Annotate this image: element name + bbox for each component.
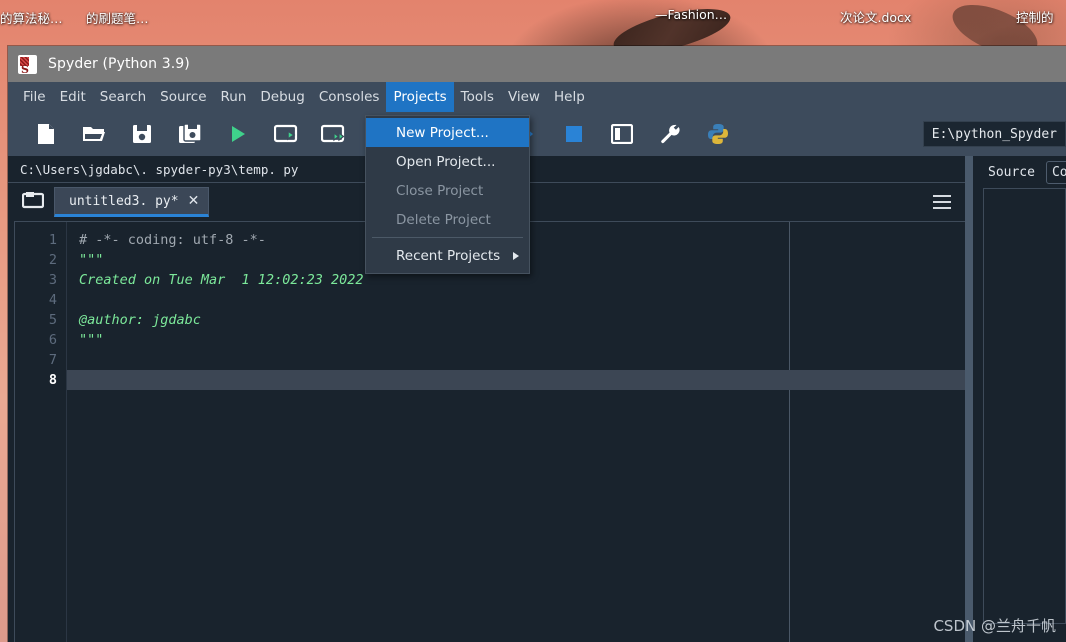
code-line-current [67, 370, 965, 390]
code-line: """ [79, 332, 104, 348]
line-number: 5 [48, 312, 57, 328]
project-path-value: E:\python_Spyder [931, 126, 1057, 142]
close-icon[interactable]: ✕ [188, 194, 200, 208]
menu-file[interactable]: File [16, 82, 53, 112]
code-text[interactable]: # -*- coding: utf-8 -*- """ Created on T… [67, 222, 965, 642]
menu-tools[interactable]: Tools [454, 82, 501, 112]
python-path-manager-icon [707, 123, 729, 145]
spyder-window: Spyder (Python 3.9) File Edit Search Sou… [8, 46, 1066, 642]
menu-run[interactable]: Run [214, 82, 254, 112]
main-toolbar: E:\python_Spyder [8, 112, 1066, 156]
line-number: 1 [48, 232, 57, 248]
file-tab-untitled3[interactable]: untitled3. py* ✕ [54, 187, 210, 217]
pane-splitter[interactable] [965, 156, 973, 642]
run-cell-advance-icon [321, 124, 347, 144]
preferences-button[interactable] [646, 112, 694, 156]
desktop-shortcut-label[interactable]: 控制的 [1016, 7, 1054, 26]
menu-item-close-project: Close Project [396, 182, 484, 199]
work-area: C:\Users\jgdabc\. spyder-py3\temp. py un… [8, 156, 1066, 642]
menu-view[interactable]: View [501, 82, 547, 112]
menu-bar: File Edit Search Source Run Debug Consol… [8, 82, 1066, 112]
line-number-current: 8 [48, 372, 57, 388]
folder-icon [21, 191, 45, 213]
hamburger-line [933, 195, 951, 197]
menu-item-recent-projects[interactable]: Recent Projects [366, 241, 529, 270]
file-tab-label: untitled3. py* [69, 193, 179, 209]
projects-dropdown-menu: New Project... Open Project... Close Pro… [365, 115, 530, 274]
menu-item-recent-projects-label: Recent Projects [396, 247, 501, 264]
maximize-pane-button[interactable] [598, 112, 646, 156]
menu-source[interactable]: Source [153, 82, 213, 112]
hamburger-line [933, 201, 951, 203]
right-pane-tabbar: Source Con [973, 156, 1066, 188]
menu-help[interactable]: Help [547, 82, 592, 112]
window-title: Spyder (Python 3.9) [48, 56, 190, 72]
open-file-button[interactable] [70, 112, 118, 156]
run-file-icon [229, 124, 247, 144]
new-file-button[interactable] [22, 112, 70, 156]
spyder-icon [18, 54, 37, 74]
line-number: 4 [48, 292, 57, 308]
tab-console[interactable]: Con [1045, 160, 1066, 184]
run-file-button[interactable] [214, 112, 262, 156]
line-number: 2 [48, 252, 57, 268]
run-cell-button[interactable] [262, 112, 310, 156]
window-titlebar: Spyder (Python 3.9) [8, 46, 1066, 82]
menu-search[interactable]: Search [93, 82, 153, 112]
chevron-right-icon [513, 251, 519, 260]
save-file-button[interactable] [118, 112, 166, 156]
line-number: 3 [48, 272, 57, 288]
editor-options-icon[interactable] [933, 195, 951, 209]
project-path-field[interactable]: E:\python_Spyder [922, 121, 1066, 147]
hamburger-line [933, 207, 951, 209]
line-number-gutter: 1 2 3 4 5 6 7 8 [15, 222, 67, 642]
stop-debug-button[interactable] [550, 112, 598, 156]
save-all-button[interactable] [166, 112, 214, 156]
tab-source[interactable]: Source [983, 162, 1040, 183]
desktop-shortcut-label[interactable]: 次论文.docx [840, 7, 911, 26]
menu-item-open-project[interactable]: Open Project... [366, 147, 529, 176]
line-number: 6 [48, 332, 57, 348]
save-file-icon [132, 124, 152, 144]
desktop-shortcut-label[interactable]: —Fashion… [655, 7, 727, 22]
menu-debug[interactable]: Debug [253, 82, 311, 112]
line-number: 7 [48, 352, 57, 368]
menu-projects[interactable]: Projects [386, 82, 454, 112]
maximize-pane-icon [611, 124, 633, 144]
menu-item-delete-project: Delete Project [396, 211, 491, 228]
browse-tabs-button[interactable] [20, 189, 46, 215]
menu-item-new-project[interactable]: New Project... [366, 118, 529, 147]
stop-debug-icon [565, 125, 583, 143]
run-cell-advance-button[interactable] [310, 112, 358, 156]
right-pane-content[interactable] [983, 188, 1066, 624]
open-file-icon [82, 124, 106, 144]
new-file-icon [36, 123, 56, 145]
desktop-shortcut-label[interactable]: 的算法秘… [0, 8, 63, 27]
code-editor[interactable]: 1 2 3 4 5 6 7 8 # -*- coding: utf-8 -*- … [14, 221, 965, 642]
menu-edit[interactable]: Edit [53, 82, 93, 112]
preferences-icon [659, 123, 681, 145]
run-cell-icon [274, 124, 298, 144]
save-all-icon [178, 123, 202, 145]
menu-consoles[interactable]: Consoles [312, 82, 387, 112]
code-line: @author: jgdabc [79, 312, 201, 328]
menu-separator [372, 237, 523, 238]
desktop-shortcut-label[interactable]: 的刷题笔… [86, 8, 149, 27]
pythonpath-manager-button[interactable] [694, 112, 742, 156]
right-pane: Source Con [973, 156, 1066, 642]
